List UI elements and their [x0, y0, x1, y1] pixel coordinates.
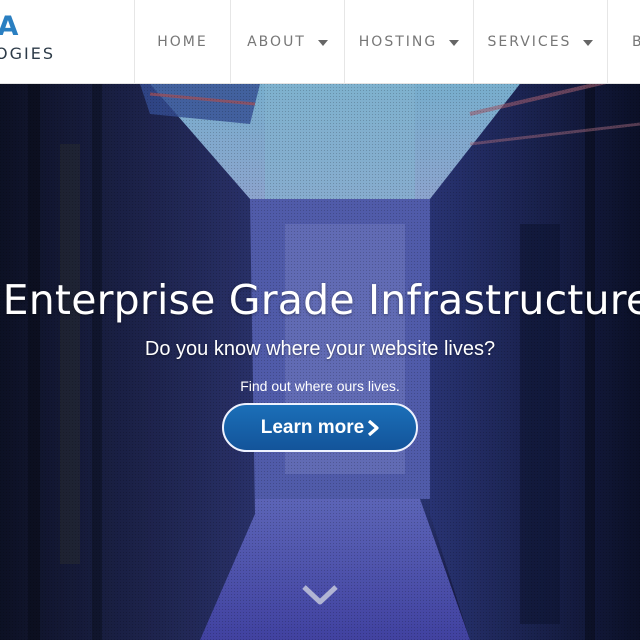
- hero-banner: Enterprise Grade Infrastructure Do you k…: [0, 84, 640, 640]
- learn-more-button[interactable]: Learn more: [222, 403, 418, 452]
- caret-down-icon: [449, 40, 460, 46]
- logo-main-text: DATA: [0, 11, 20, 42]
- nav-item-truncated[interactable]: B: [607, 0, 640, 84]
- chevron-down-icon: [302, 585, 338, 605]
- nav-item-home[interactable]: HOME: [134, 0, 230, 84]
- nav-item-label: HOME: [157, 34, 208, 50]
- nav-item-hosting[interactable]: HOSTING: [344, 0, 473, 84]
- nav-item-label: B: [632, 34, 640, 50]
- nav-item-label: SERVICES: [487, 34, 572, 50]
- learn-more-label: Learn more: [260, 416, 365, 438]
- hero-tagline: Find out where ours lives.: [240, 378, 400, 394]
- nav-item-label: ABOUT: [247, 34, 306, 50]
- scroll-down-button[interactable]: [302, 584, 338, 606]
- site-header: DATA TECHNOLOGIES HOME ABOUT HOSTING SER…: [0, 0, 640, 84]
- nav-item-label: HOSTING: [358, 34, 438, 50]
- logo-sub-text: TECHNOLOGIES: [0, 44, 55, 63]
- datacenter-background-image: [0, 84, 640, 640]
- hero-title: Enterprise Grade Infrastructure: [2, 276, 640, 324]
- logo[interactable]: DATA TECHNOLOGIES: [0, 0, 135, 84]
- caret-down-icon: [583, 40, 594, 46]
- hero-subtitle: Do you know where your website lives?: [144, 338, 496, 360]
- nav-item-about[interactable]: ABOUT: [230, 0, 344, 84]
- nav-item-services[interactable]: SERVICES: [473, 0, 607, 84]
- chevron-right-icon: [367, 419, 379, 436]
- main-nav: HOME ABOUT HOSTING SERVICES B: [134, 0, 640, 84]
- caret-down-icon: [317, 40, 328, 46]
